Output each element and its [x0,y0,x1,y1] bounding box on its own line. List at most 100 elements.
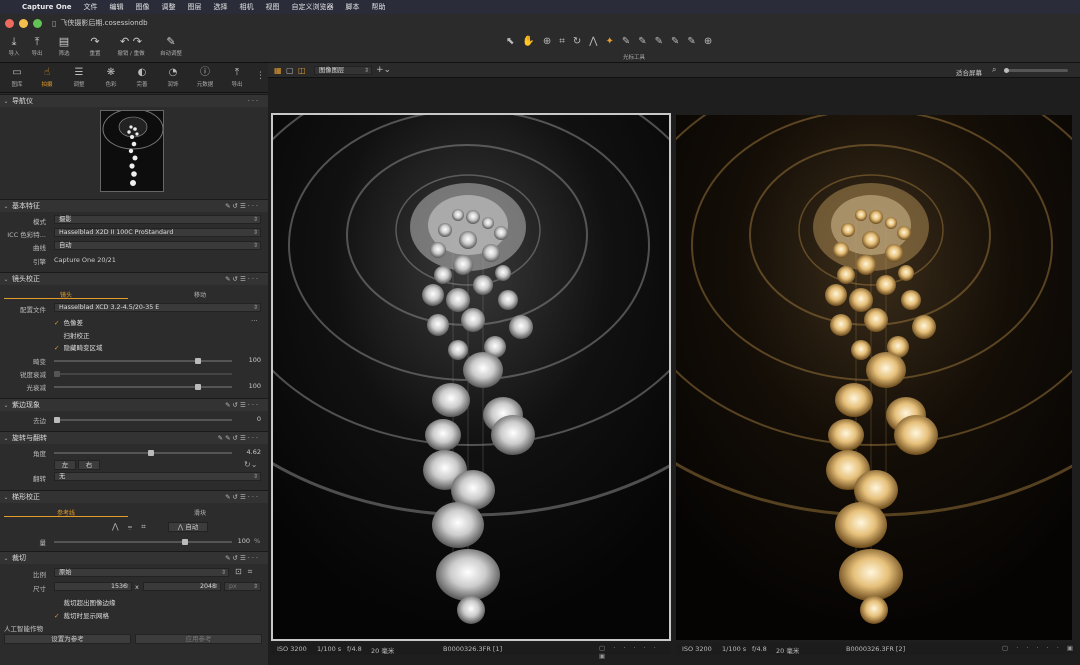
lens-profile-select[interactable]: Hasselblad XCD 3.2-4.5/20-35 E [54,303,261,312]
light-falloff-value[interactable]: 100 [241,382,261,390]
scan-correction-checkbox[interactable]: ✓ 扫射校正 [54,330,89,340]
tab-details[interactable]: ◔ 润饰 [158,65,188,88]
rotate-right-button[interactable]: 右 [78,460,100,470]
photo-right-color[interactable] [676,115,1072,640]
menu-edit[interactable]: 编辑 [104,2,130,12]
angle-value[interactable]: 4.62 [241,448,261,456]
slider-knob[interactable] [195,358,201,364]
menu-help[interactable]: 帮助 [366,2,392,12]
brush-cursor-icon[interactable]: ✎ [622,36,630,47]
rotation-header[interactable]: ⌄ 旋转与翻转 ✎✎↺☰··· [0,431,268,444]
angle-slider[interactable] [54,450,232,456]
keystone-mode-icons[interactable]: ⋀⩦⌗ [112,522,155,532]
distortion-slider[interactable] [54,358,232,364]
navigator-header[interactable]: ⌄ 导航仪 ··· [0,94,268,107]
tab-adjust[interactable]: ☰ 调整 [64,65,94,88]
picker-cursor-icon[interactable]: ✎ [671,36,679,47]
slider-knob[interactable] [195,384,201,390]
photo-left-bw[interactable] [271,113,671,641]
set-as-reference-button[interactable]: 设置为参考 [4,634,131,644]
undo-redo-button[interactable]: ↶ ↷ 撤销 / 重做 [114,35,148,57]
menu-layers[interactable]: 图层 [182,2,208,12]
section-tools-icon[interactable]: ✎✎↺☰··· [218,434,260,442]
single-view-icon[interactable]: ▢ [286,66,294,75]
filter-button[interactable]: ▤ 筛选 [54,35,74,57]
slider-knob[interactable] [182,539,188,545]
tab-output[interactable]: ⤒ 导出 [222,65,252,88]
hide-distortion-checkbox[interactable]: ✓ 隐藏畸变区域 [54,342,102,352]
tab-sliders[interactable]: 滑块 [136,508,264,517]
menu-adjust[interactable]: 调整 [156,2,182,12]
ratio-select[interactable]: 原始 [54,568,229,577]
amount-slider[interactable] [54,539,232,545]
crop-height-input[interactable]: 2048 [143,582,221,591]
lens-correction-header[interactable]: ⌄ 镜头校正 ✎↺☰··· [0,272,268,285]
curve-select[interactable]: 自动 [54,241,261,250]
crop-outside-checkbox[interactable]: ✓ 裁切超出图像边缘 [54,597,115,607]
reset-button[interactable]: ↷ 重置 [82,35,108,57]
section-tools-icon[interactable]: ✎↺☰··· [225,493,260,501]
tab-color[interactable]: ❋ 色彩 [96,65,126,88]
show-grid-checkbox[interactable]: ✓ 裁切时显示网格 [54,610,109,620]
apply-reference-button[interactable]: 应用参考 [135,634,262,644]
menu-view[interactable]: 视图 [260,2,286,12]
tab-exposure[interactable]: ◐ 完善 [127,65,157,88]
tab-movement[interactable]: 移动 [136,290,264,299]
chromatic-aberration-checkbox[interactable]: ✓ 色像差 [54,317,83,327]
crop-header[interactable]: ⌄ 裁切 ✎↺☰··· [0,551,268,564]
rotate-left-button[interactable]: 左 [54,460,76,470]
slider-knob[interactable] [148,450,154,456]
rating-dots[interactable]: ▢ · · · · · ▣ [1002,644,1076,652]
sharpness-falloff-slider[interactable] [54,371,232,377]
section-tools-icon[interactable]: ✎↺☰··· [225,202,260,210]
eraser-cursor-icon[interactable]: ✎ [638,36,646,47]
section-tools-icon[interactable]: ✎↺☰··· [225,401,260,409]
flip-select[interactable]: 无 [54,472,261,481]
compare-view-icon[interactable]: ◫ [298,66,306,75]
menu-script[interactable]: 脚本 [340,2,366,12]
export-button[interactable]: ⤒ 导出 [26,35,48,57]
crop-lock-icon[interactable]: ⊡⌗ [235,567,258,577]
layer-select[interactable]: 图像图层 [314,66,372,75]
light-falloff-slider[interactable] [54,384,232,390]
section-tools-icon[interactable]: ✎↺☰··· [225,554,260,562]
zoom-cursor-icon[interactable]: ⊕ [543,36,551,47]
keystone-header[interactable]: ⌄ 梯形校正 ✎↺☰··· [0,490,268,503]
zoom-window-button[interactable] [33,18,42,28]
icc-profile-select[interactable]: Hasselblad X2D II 100C ProStandard [54,228,261,237]
slider-knob[interactable] [54,417,60,423]
import-button[interactable]: ⤓ 导入 [4,35,24,57]
unit-select[interactable]: px [224,582,261,591]
distortion-value[interactable]: 100 [241,356,261,364]
menu-camera[interactable]: 相机 [234,2,260,12]
more-tabs-icon[interactable]: ⋮ [256,71,265,81]
zoom-fit-select[interactable]: 适合屏幕 [956,67,982,77]
more-icon[interactable]: ··· [248,97,260,105]
tab-capture[interactable]: ☝ 拍摄 [32,65,62,88]
tab-metadata[interactable]: ⓘ 元数据 [190,65,220,88]
add-layer-icon[interactable]: +⌄ [376,65,391,75]
spot-cursor-icon[interactable]: ✦ [605,36,613,47]
rating-dots[interactable]: ▢ · · · · · ▣ [599,644,671,660]
annotate-cursor-icon[interactable]: ✎ [687,36,695,47]
select-cursor-icon[interactable]: ⬉ [506,36,514,47]
section-tools-icon[interactable]: ✎↺☰··· [225,275,260,283]
keystone-cursor-icon[interactable]: ⋀ [589,36,597,47]
navigator-thumbnail[interactable] [100,110,164,192]
grid-view-icon[interactable]: ▦ [274,66,282,75]
defringe-slider[interactable] [54,417,232,423]
amount-value[interactable]: 100 [230,537,250,545]
gradient-cursor-icon[interactable]: ✎ [655,36,663,47]
slider-knob[interactable] [1004,68,1009,73]
crop-width-input[interactable]: 1536 [54,582,132,591]
zoom-icon[interactable]: ⌕ [992,65,996,75]
zoom-slider[interactable] [1004,68,1068,73]
minimize-window-button[interactable] [19,18,28,28]
rotate-cursor-icon[interactable]: ↻ [573,36,581,47]
menu-app[interactable]: Capture One [16,3,78,11]
close-window-button[interactable] [5,18,14,28]
menu-custom-browser[interactable]: 自定义浏览器 [286,2,340,12]
menu-select[interactable]: 选择 [208,2,234,12]
pan-cursor-icon[interactable]: ✋ [522,36,534,47]
keystone-auto-button[interactable]: ⋀ 自动 [168,522,208,532]
